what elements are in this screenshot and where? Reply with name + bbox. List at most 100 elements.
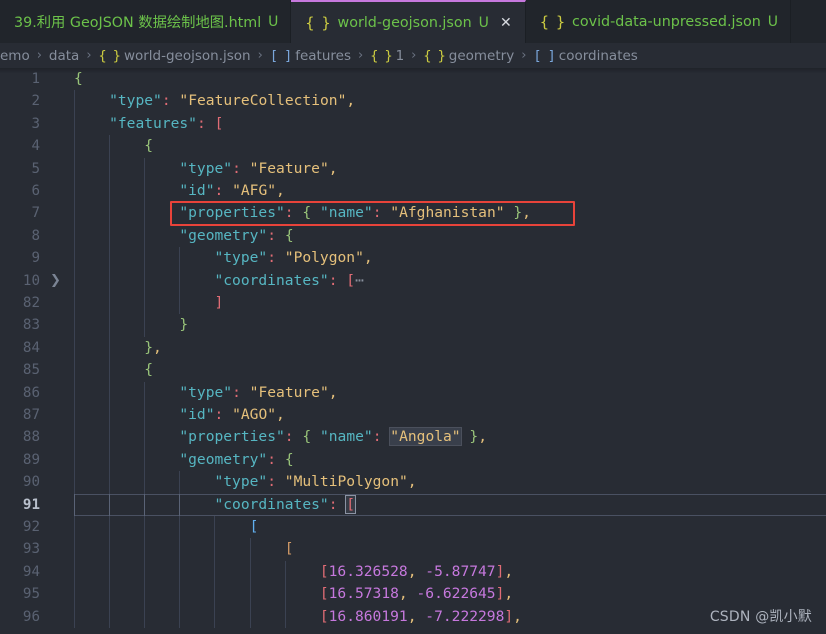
line-number: 95: [22, 586, 40, 603]
code-line[interactable]: 8 "geometry": {: [0, 224, 826, 248]
code-line[interactable]: 3 "features": [: [0, 112, 826, 136]
indent-guide: [179, 560, 181, 584]
code-text: "properties": { "name": "Afghanistan" },: [179, 204, 531, 222]
json-braces-icon: { }: [305, 13, 330, 32]
tab-label: 39.利用 GeoJSON 数据绘制地图.html: [14, 15, 262, 31]
indent-guide: [74, 426, 75, 449]
code-line[interactable]: 96 [16.860191, -7.222298],: [0, 605, 826, 628]
code-line[interactable]: 10 ❯ "coordinates": [⋯: [0, 269, 826, 292]
indent-guide: [74, 471, 75, 494]
breadcrumb-label: world-geojson.json: [123, 47, 251, 64]
indent-guide: [74, 493, 75, 516]
tab-dirty-badge: U: [478, 14, 489, 31]
code-text: }: [179, 316, 189, 334]
code-text: "id": "AGO",: [179, 406, 285, 423]
chevron-right-icon[interactable]: ❯: [50, 270, 61, 292]
code-line[interactable]: 88 "properties": { "name": "Angola" },: [0, 426, 826, 449]
code-line[interactable]: 95 [16.57318, -6.622645],: [0, 583, 826, 606]
code-line[interactable]: 87 "id": "AGO",: [0, 404, 826, 427]
indent-guide: [74, 90, 75, 113]
line-number: 85: [22, 362, 40, 379]
indent-guide: [179, 269, 181, 292]
object-braces-icon: { }: [98, 47, 121, 64]
indent-guide: [74, 359, 75, 382]
code-line[interactable]: 82]: [0, 292, 826, 315]
indent-guide: [109, 493, 111, 516]
indent-guide: [74, 336, 75, 360]
line-number: 5: [31, 160, 40, 177]
code-line[interactable]: 9 "type": "Polygon",: [0, 247, 826, 270]
indent-guide: [144, 404, 146, 427]
code-text: "type": "Feature",: [179, 383, 338, 401]
code-line[interactable]: 6 "id": "AFG",: [0, 180, 826, 203]
code-line[interactable]: 94 [16.326528, -5.87747],: [0, 560, 826, 584]
indent-guide: [109, 247, 111, 270]
indent-guide: [144, 202, 146, 225]
breadcrumb-item-coordinates[interactable]: [ ] coordinates: [533, 48, 637, 64]
breadcrumb-label: geometry: [448, 47, 515, 64]
chevron-right-icon: ›: [257, 48, 263, 63]
code-text: "coordinates": [⋯: [214, 271, 364, 289]
breadcrumb-item-emo[interactable]: emo: [0, 48, 30, 64]
code-line[interactable]: 89 "geometry": {: [0, 448, 826, 472]
indent-guide: [109, 404, 111, 427]
close-icon[interactable]: ✕: [499, 16, 513, 30]
line-number: 1: [31, 71, 40, 87]
indent-guide: [284, 560, 286, 584]
code-line[interactable]: 7 "properties": { "name": "Afghanistan" }…: [0, 202, 826, 225]
breadcrumb-item-geometry[interactable]: { } geometry: [423, 48, 514, 64]
indent-guide: [284, 605, 286, 628]
code-line[interactable]: 93 [: [0, 538, 826, 561]
tab-covid-data-unpressed-json[interactable]: { } covid-data-unpressed.json U: [525, 0, 792, 43]
line-number: 87: [22, 407, 40, 423]
indent-guide: [214, 538, 216, 561]
code-text: "type": "FeatureCollection",: [109, 92, 356, 110]
code-text: "properties": { "name": "Angola" },: [179, 427, 487, 447]
code-line[interactable]: 91 "coordinates": [: [0, 493, 826, 516]
breadcrumb-label: coordinates: [558, 47, 638, 64]
indent-guide: [179, 605, 181, 628]
indent-guide: [214, 583, 216, 606]
code-line[interactable]: 86 "type": "Feature",: [0, 381, 826, 404]
tab-html-file[interactable]: 39.利用 GeoJSON 数据绘制地图.html U: [0, 0, 292, 43]
line-number: 8: [31, 227, 40, 244]
code-line[interactable]: 4{: [0, 135, 826, 158]
indent-guide: [144, 180, 146, 203]
vscode-window: 39.利用 GeoJSON 数据绘制地图.html U { } world-ge…: [0, 0, 826, 634]
indent-guide: [109, 359, 111, 382]
chevron-right-icon: ›: [411, 48, 417, 63]
indent-guide: [144, 493, 146, 516]
code-line[interactable]: 1{: [0, 68, 826, 90]
indent-guide: [109, 448, 111, 472]
code-text: "coordinates": [: [214, 494, 357, 514]
indent-guide: [179, 471, 181, 494]
breadcrumb-item-1[interactable]: { } 1: [370, 48, 404, 64]
tab-world-geojson-json[interactable]: { } world-geojson.json U ✕: [291, 0, 526, 43]
code-line[interactable]: 85 {: [0, 359, 826, 382]
code-editor[interactable]: 1{2 "type": "FeatureCollection", 3 "feature…: [0, 68, 826, 634]
breadcrumb-item-world-geojson-json[interactable]: { } world-geojson.json: [99, 48, 251, 64]
code-line[interactable]: 90 "type": "MultiPolygon",: [0, 471, 826, 494]
array-brackets-icon: [ ]: [269, 47, 292, 64]
breadcrumb-label: features: [295, 47, 351, 64]
indent-guide: [74, 560, 75, 584]
code-line[interactable]: 83}: [0, 314, 826, 337]
indent-guide: [74, 180, 75, 203]
breadcrumb-item-data[interactable]: data: [49, 48, 79, 64]
indent-guide: [109, 538, 111, 561]
code-text: "features": [: [109, 114, 224, 132]
code-line[interactable]: 84},: [0, 336, 826, 360]
chevron-right-icon: ›: [36, 48, 42, 63]
line-number: 84: [22, 339, 40, 356]
line-number: 9: [31, 250, 40, 267]
breadcrumb: emo › data › { } world-geojson.json › [ ] featur…: [0, 43, 826, 68]
code-line[interactable]: 2 "type": "FeatureCollection",: [0, 90, 826, 113]
code-text: {: [144, 361, 154, 379]
code-text: [: [284, 540, 294, 558]
code-line[interactable]: 5 "type": "Feature",: [0, 157, 826, 180]
json-braces-icon: { }: [539, 12, 565, 31]
breadcrumb-item-features[interactable]: [ ] features: [270, 48, 351, 64]
line-number: 82: [22, 295, 40, 311]
code-line[interactable]: 92 [: [0, 516, 826, 539]
indent-guide: [144, 314, 146, 337]
